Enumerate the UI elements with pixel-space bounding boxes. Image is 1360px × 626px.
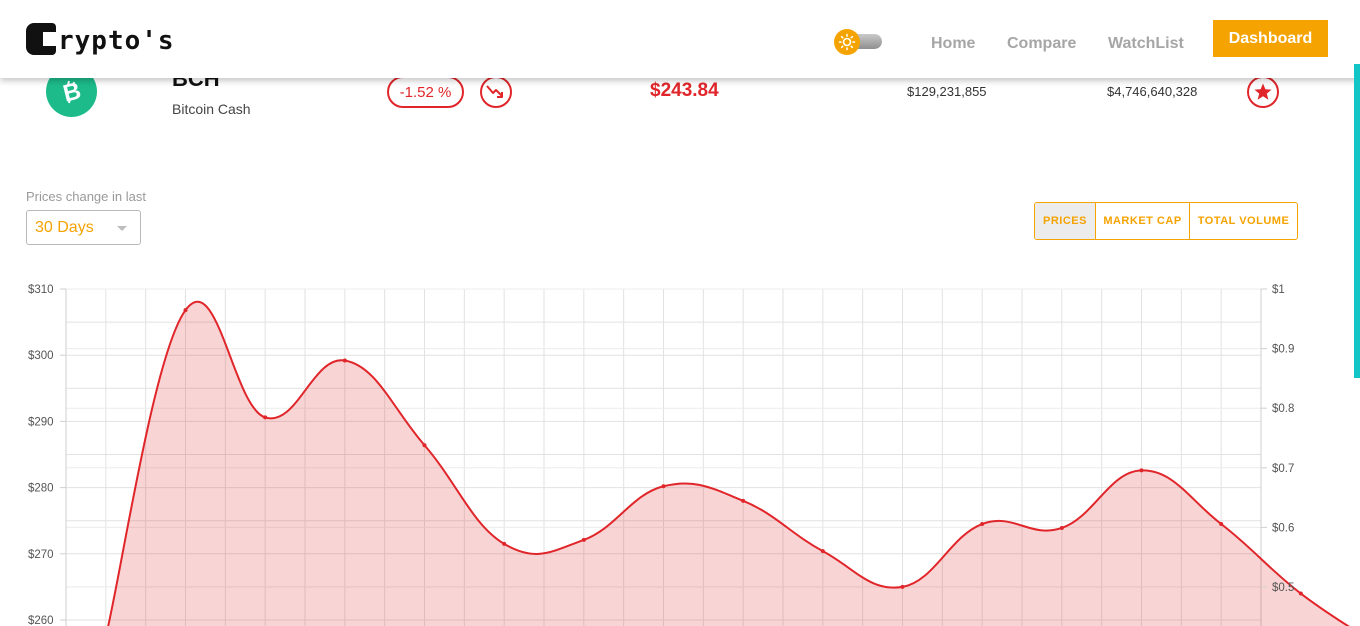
chart-area: [105, 300, 1360, 626]
total-volume-toggle[interactable]: TOTAL VOLUME: [1190, 203, 1297, 239]
data-point: [980, 522, 985, 527]
coin-name: Bitcoin Cash: [172, 101, 251, 117]
prices-toggle[interactable]: PRICES: [1035, 203, 1096, 239]
y-tick-label-right: $0.6: [1272, 522, 1294, 534]
dashboard-button[interactable]: Dashboard: [1213, 20, 1328, 57]
data-point: [1219, 522, 1224, 527]
data-point: [1059, 525, 1064, 530]
y-tick-label-left: $300: [28, 350, 54, 362]
logo[interactable]: rypto's: [26, 22, 175, 56]
data-point: [661, 484, 666, 489]
svg-text:B: B: [60, 78, 83, 106]
y-tick-label-left: $310: [28, 284, 54, 296]
price-change-badge: -1.52 %: [387, 76, 464, 108]
star-icon: [1254, 83, 1272, 100]
y-axis-left: $310 $300 $290 $280 $270 $260: [28, 284, 66, 626]
data-point: [183, 308, 188, 313]
y-tick-label-left: $270: [28, 549, 54, 561]
y-tick-label-left: $280: [28, 483, 54, 495]
y-tick-label-right: $0.9: [1272, 344, 1294, 356]
trending-down-icon: [480, 76, 512, 108]
price-chart: $310$300$290$280$270$260 $1$0.9$0.8$0.7$…: [28, 284, 1360, 626]
data-point: [820, 549, 825, 554]
period-label: Prices change in last: [26, 189, 146, 204]
nav-watchlist[interactable]: WatchList: [1108, 35, 1184, 53]
scrollbar-thumb[interactable]: [1354, 64, 1360, 378]
market-cap: $4,746,640,328: [1107, 84, 1198, 99]
data-point: [263, 415, 268, 420]
chevron-down-icon: [117, 226, 127, 231]
watchlist-star-button[interactable]: [1247, 76, 1279, 108]
logo-c-mark: [26, 23, 57, 55]
period-select-value: 30 Days: [35, 218, 94, 236]
data-point: [1139, 468, 1144, 473]
current-price: $243.84: [650, 80, 719, 101]
y-tick-label-right: $0.7: [1272, 463, 1294, 475]
data-point: [741, 498, 746, 503]
data-point: [581, 537, 586, 542]
nav-home[interactable]: Home: [931, 35, 975, 53]
series-area-fill: [105, 301, 1360, 626]
data-point: [502, 541, 507, 546]
logo-text: rypto's: [58, 26, 175, 56]
market-cap-toggle[interactable]: MARKET CAP: [1096, 203, 1190, 239]
y-tick-label-left: $260: [28, 615, 54, 626]
data-point: [422, 443, 427, 448]
y-tick-label-right: $0.5: [1272, 582, 1294, 594]
nav-compare[interactable]: Compare: [1007, 35, 1076, 53]
chart-type-toggle: PRICES MARKET CAP TOTAL VOLUME: [1034, 202, 1298, 240]
total-volume: $129,231,855: [907, 84, 987, 99]
theme-toggle[interactable]: [834, 29, 882, 55]
data-point: [342, 358, 347, 363]
y-tick-label-right: $1: [1272, 284, 1285, 296]
y-axis-right: $1 $0.9 $0.8 $0.7 $0.6 $0.5: [1261, 284, 1294, 594]
sun-icon: [834, 29, 860, 55]
top-navbar: rypto's Home Compare WatchList Dashboard: [0, 0, 1360, 78]
data-point: [900, 584, 905, 589]
period-select[interactable]: 30 Days: [26, 210, 141, 245]
data-point: [1298, 591, 1303, 596]
y-tick-label-left: $290: [28, 416, 54, 428]
y-tick-label-right: $0.8: [1272, 403, 1294, 415]
